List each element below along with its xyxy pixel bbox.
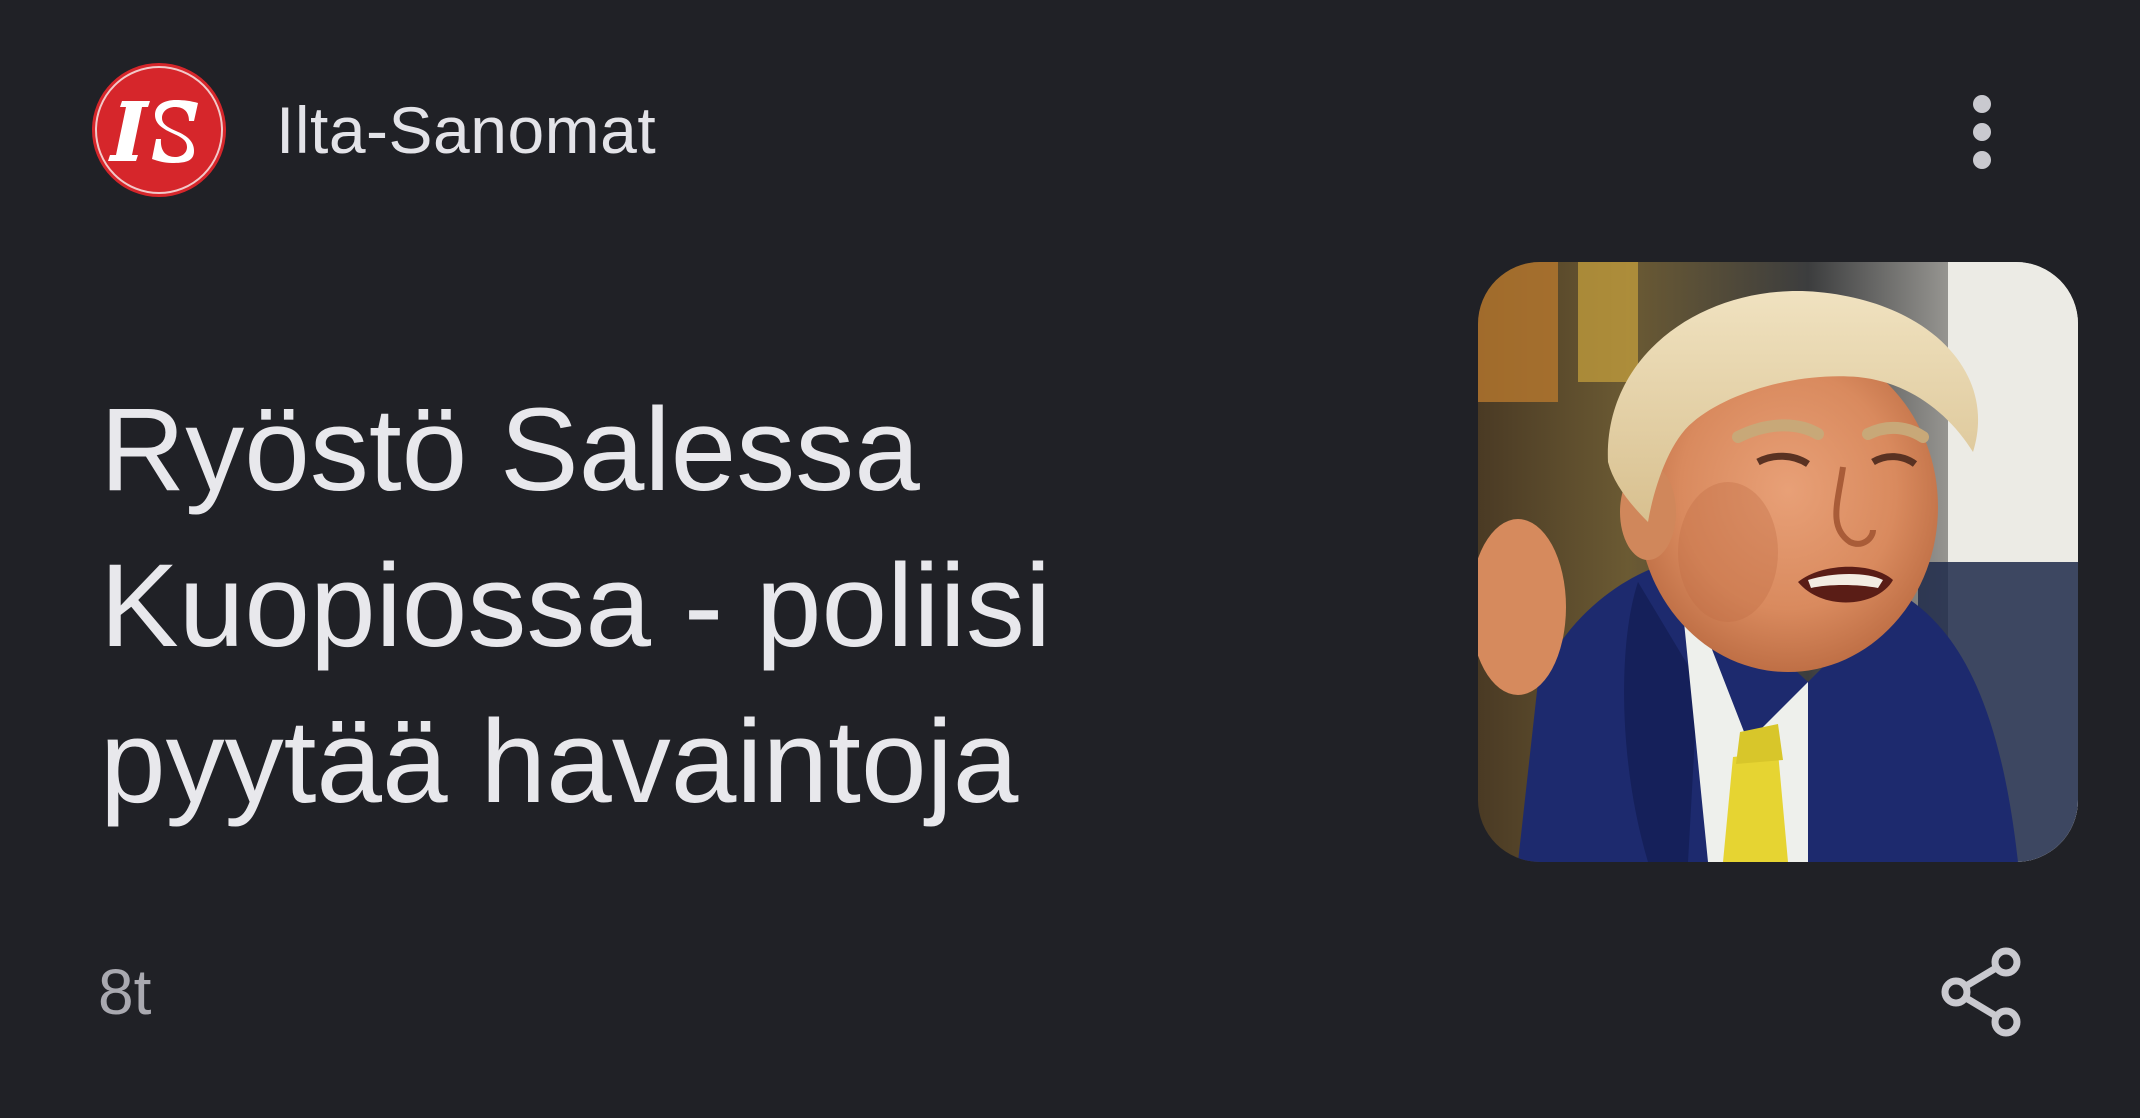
more-options-button[interactable]: [1942, 84, 2022, 180]
more-vertical-icon: [1973, 95, 1991, 169]
published-time: 8t: [98, 956, 152, 1028]
source-name[interactable]: Ilta-Sanomat: [276, 92, 656, 168]
article-headline[interactable]: Ryöstö Salessa Kuopiossa - poliisi pyytä…: [100, 372, 1400, 840]
thumbnail-image: [1478, 262, 2078, 862]
share-icon: [1941, 947, 2021, 1037]
news-card[interactable]: Ilta-Sanomat Ryöstö Salessa Kuopiossa - …: [0, 0, 2140, 1118]
share-button[interactable]: [1940, 946, 2024, 1038]
article-thumbnail[interactable]: [1478, 262, 2078, 862]
source-logo: [92, 63, 226, 197]
source-header: Ilta-Sanomat: [92, 62, 656, 198]
is-logo-icon: [93, 64, 225, 196]
